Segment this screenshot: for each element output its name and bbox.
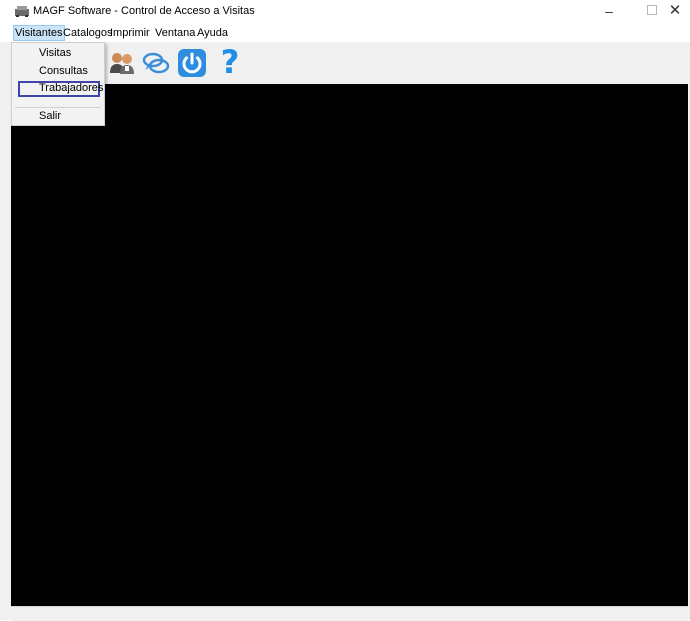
title-bar: MAGF Software - Control de Acceso a Visi… (0, 0, 690, 22)
close-button[interactable]: ✕ (652, 0, 690, 22)
power-icon[interactable] (177, 48, 207, 78)
menu-item-trabajadores[interactable]: Trabajadores (39, 82, 103, 94)
minimize-icon: – (605, 3, 613, 19)
help-question-icon[interactable]: ? (215, 45, 245, 79)
menu-item-consultas[interactable]: Consultas (39, 65, 88, 77)
menu-visitantes[interactable]: Visitantes (13, 25, 65, 41)
menu-item-visitas[interactable]: Visitas (39, 47, 71, 59)
minimize-button[interactable]: – (586, 0, 632, 22)
mdi-client-area (11, 84, 688, 606)
app-icon (15, 6, 29, 17)
window-frame-left (0, 42, 11, 620)
menu-bar: Visitantes Catalogos Imprimir Ventana Ay… (0, 24, 690, 41)
menu-ayuda[interactable]: Ayuda (196, 26, 229, 40)
window-title: MAGF Software - Control de Acceso a Visi… (33, 5, 255, 17)
menu-item-salir[interactable]: Salir (39, 110, 61, 122)
close-icon: ✕ (668, 2, 682, 19)
menu-catalogos[interactable]: Catalogos (62, 26, 114, 40)
menu-ventana[interactable]: Ventana (154, 26, 196, 40)
status-bar (11, 606, 688, 621)
chat-bubbles-icon[interactable] (141, 48, 171, 78)
menu-imprimir[interactable]: Imprimir (109, 26, 151, 40)
menu-separator (15, 107, 101, 108)
users-icon[interactable] (107, 48, 137, 78)
visitantes-dropdown-menu: Visitas Consultas Trabajadores Salir (11, 42, 105, 126)
toolbar: ? (11, 42, 688, 84)
